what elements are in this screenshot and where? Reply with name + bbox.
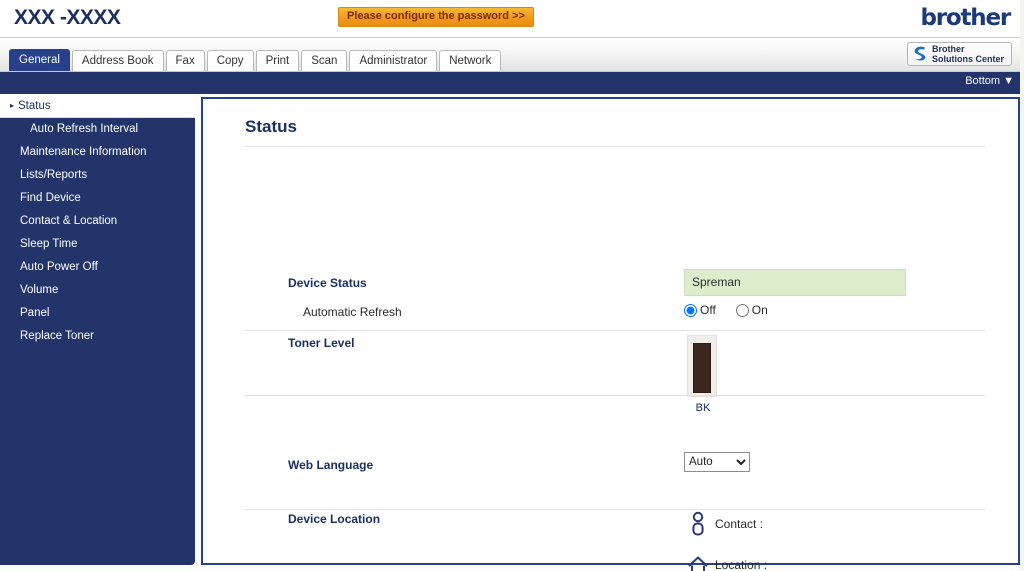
tab-scan[interactable]: Scan: [301, 50, 347, 71]
main-panel: Status Device Status Spreman Automatic R…: [201, 97, 1020, 565]
device-location-label: Device Location: [288, 512, 380, 526]
house-icon: [687, 552, 709, 571]
contact-label: Contact :: [715, 517, 763, 531]
toner-gauge-fill: [693, 343, 711, 393]
automatic-refresh-radio-group[interactable]: Off On: [684, 303, 768, 317]
tab-list: General Address Book Fax Copy Print Scan…: [9, 49, 501, 71]
toner-gauge: BK: [687, 335, 719, 414]
toner-gauge-track: [687, 335, 717, 397]
section-divider-3: [245, 509, 985, 510]
bottom-link[interactable]: Bottom ▼: [965, 75, 1014, 87]
tab-network[interactable]: Network: [439, 50, 501, 71]
configure-password-button[interactable]: Please configure the password >>: [338, 7, 534, 27]
caret-right-icon: ▸: [10, 101, 14, 110]
sidebar-item-find-device[interactable]: Find Device: [0, 187, 195, 210]
sidebar-item-status[interactable]: ▸ Status: [0, 94, 195, 118]
location-row: Location :: [687, 552, 773, 571]
sidebar-item-status-label: Status: [18, 100, 51, 112]
brother-logo: brother: [920, 5, 1010, 31]
tab-administrator[interactable]: Administrator: [349, 50, 437, 71]
nav-blue-bar: Bottom ▼: [0, 72, 1024, 94]
contact-row: Contact :: [687, 511, 769, 537]
sidebar-item-sleep-time[interactable]: Sleep Time: [0, 233, 195, 256]
solutions-center-line1: Brother: [932, 44, 965, 54]
sidebar-item-panel[interactable]: Panel: [0, 302, 195, 325]
automatic-refresh-on-radio[interactable]: [736, 304, 749, 317]
device-status-value: Spreman: [684, 269, 906, 296]
person-icon: [687, 511, 709, 537]
sidebar-item-lists-reports[interactable]: Lists/Reports: [0, 164, 195, 187]
page-title: Status: [245, 117, 297, 137]
toner-gauge-inner: [693, 339, 711, 393]
brother-solutions-center-button[interactable]: Brother Solutions Center: [907, 42, 1012, 66]
toner-level-label: Toner Level: [288, 336, 354, 350]
page-header: XXX -XXXX Please configure the password …: [0, 0, 1024, 38]
sidebar: ▸ Status Auto Refresh Interval Maintenanc…: [0, 94, 195, 565]
sidebar-item-maintenance-information[interactable]: Maintenance Information: [0, 141, 195, 164]
sidebar-item-replace-toner[interactable]: Replace Toner: [0, 325, 195, 348]
tab-address-book[interactable]: Address Book: [72, 50, 164, 71]
web-language-label: Web Language: [288, 458, 373, 472]
tab-print[interactable]: Print: [256, 50, 300, 71]
web-language-select[interactable]: Auto: [684, 452, 750, 472]
automatic-refresh-on-label: On: [752, 303, 768, 317]
automatic-refresh-off-label: Off: [700, 303, 716, 317]
tab-fax[interactable]: Fax: [166, 50, 205, 71]
sidebar-item-auto-power-off[interactable]: Auto Power Off: [0, 256, 195, 279]
section-divider-2: [245, 395, 985, 396]
sidebar-item-volume[interactable]: Volume: [0, 279, 195, 302]
automatic-refresh-off-radio[interactable]: [684, 304, 697, 317]
brother-swoosh-icon: [912, 45, 928, 63]
model-title: XXX -XXXX: [14, 6, 120, 30]
tab-general[interactable]: General: [9, 49, 70, 71]
automatic-refresh-label: Automatic Refresh: [303, 305, 402, 319]
automatic-refresh-on-option[interactable]: On: [736, 303, 768, 317]
location-label: Location :: [715, 558, 767, 571]
solutions-center-label: Brother Solutions Center: [932, 44, 1004, 64]
toner-cartridge-label: BK: [687, 402, 719, 414]
title-divider: [245, 146, 985, 147]
sidebar-item-auto-refresh-interval[interactable]: Auto Refresh Interval: [0, 118, 195, 141]
browser-page: XXX -XXXX Please configure the password …: [0, 0, 1024, 571]
sidebar-item-contact-location[interactable]: Contact & Location: [0, 210, 195, 233]
section-divider-1: [245, 330, 985, 331]
page-scrollbar[interactable]: [1020, 0, 1024, 571]
device-status-label: Device Status: [288, 276, 367, 290]
solutions-center-line2: Solutions Center: [932, 54, 1004, 64]
tab-bar: General Address Book Fax Copy Print Scan…: [0, 38, 1024, 72]
tab-copy[interactable]: Copy: [207, 50, 254, 71]
automatic-refresh-off-option[interactable]: Off: [684, 303, 716, 317]
